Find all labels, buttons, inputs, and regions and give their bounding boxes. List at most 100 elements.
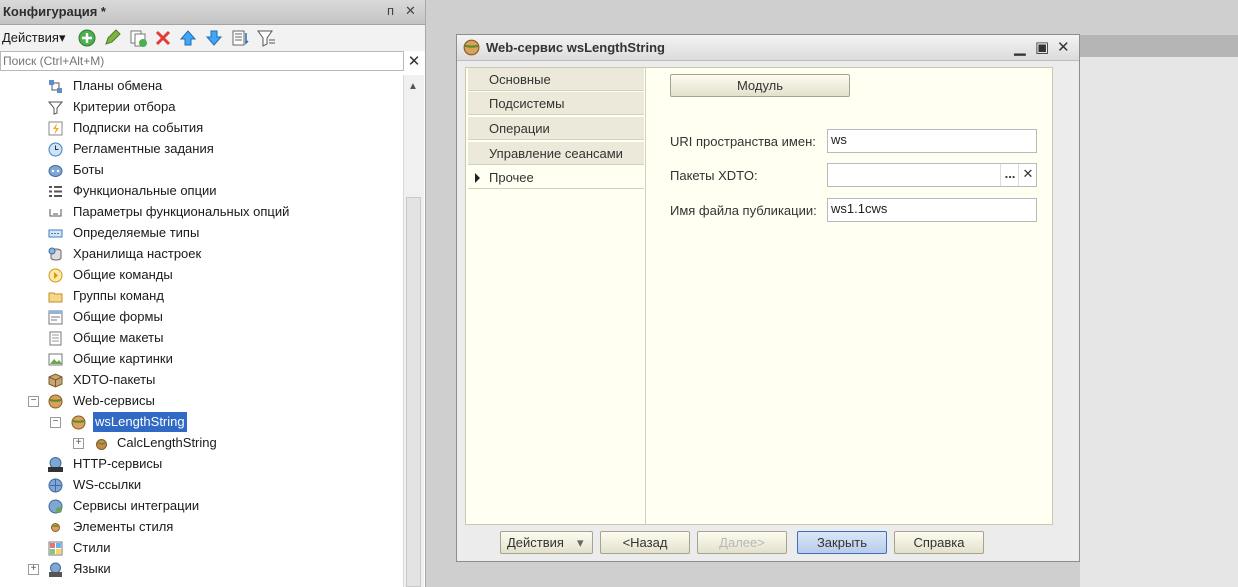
edit-icon[interactable] bbox=[102, 28, 122, 48]
tree-item-label: Общие команды bbox=[73, 267, 173, 282]
tree-item-label: Параметры функциональных опций bbox=[73, 204, 290, 219]
tree-item-label: Функциональные опции bbox=[73, 183, 217, 198]
footer-actions-button[interactable]: Действия ▾ bbox=[500, 531, 593, 554]
tree-item-label: Общие макеты bbox=[73, 330, 164, 345]
search-clear-icon[interactable]: ✕ bbox=[406, 52, 422, 70]
scroll-up-icon[interactable]: ▲ bbox=[408, 81, 418, 92]
pin-icon[interactable]: ᴨ bbox=[387, 3, 394, 18]
clear-field-icon[interactable]: ✕ bbox=[1018, 164, 1037, 186]
tab-label: Управление сеансами bbox=[489, 146, 623, 161]
module-button[interactable]: Модуль bbox=[670, 74, 850, 97]
tab-label: Операции bbox=[489, 121, 550, 136]
xdto-packages-label: Пакеты XDTO: bbox=[670, 168, 758, 183]
common-templates-icon bbox=[49, 331, 62, 346]
integration-services-icon bbox=[48, 499, 63, 514]
filter-criteria-icon bbox=[48, 101, 63, 115]
web-service-icon bbox=[71, 415, 86, 430]
panel-header: Конфигурация * ᴨ ✕ bbox=[0, 0, 425, 25]
web-services-icon bbox=[48, 394, 63, 409]
panel-toolbar: Действия▾ bbox=[0, 25, 425, 51]
delete-icon[interactable] bbox=[153, 28, 173, 48]
scheduled-jobs-icon bbox=[48, 142, 63, 157]
tab-subsystems[interactable]: Подсистемы bbox=[468, 92, 644, 115]
back-button[interactable]: <Назад bbox=[600, 531, 690, 554]
uri-label: URI пространства имен: bbox=[670, 134, 816, 149]
tab-label: Подсистемы bbox=[489, 96, 565, 111]
xdto-packages-field[interactable]: ... ✕ bbox=[827, 163, 1037, 187]
ws-references-icon bbox=[48, 478, 63, 493]
collapse-toggle[interactable]: − bbox=[28, 396, 39, 407]
chevron-down-icon: ▾ bbox=[577, 535, 584, 550]
publication-file-field[interactable]: ws1.1cws bbox=[827, 198, 1037, 222]
configuration-panel: Конфигурация * ᴨ ✕ Действия▾ ✕ Планы обм… bbox=[0, 0, 426, 587]
window-close-icon[interactable]: ✕ bbox=[1057, 38, 1070, 56]
move-down-icon[interactable] bbox=[204, 28, 224, 48]
exchange-plans-icon bbox=[49, 80, 62, 93]
window-titlebar[interactable]: Web-сервис wsLengthString ▁ ▣ ✕ bbox=[457, 35, 1079, 61]
tree-item-label: HTTP-сервисы bbox=[73, 456, 163, 471]
search-input[interactable] bbox=[0, 51, 404, 71]
minimize-icon[interactable]: ▁ bbox=[1014, 38, 1026, 56]
publication-file-label: Имя файла публикации: bbox=[670, 203, 817, 218]
tree-item-label: Регламентные задания bbox=[73, 141, 214, 156]
filter-icon[interactable] bbox=[256, 28, 276, 48]
tab-session-management[interactable]: Управление сеансами bbox=[468, 142, 644, 165]
tree-item-label: WS-ссылки bbox=[73, 477, 142, 492]
tree-item-label: Элементы стиля bbox=[73, 519, 174, 534]
expand-toggle[interactable]: + bbox=[28, 564, 39, 575]
web-service-window: Web-сервис wsLengthString ▁ ▣ ✕ Основные… bbox=[456, 34, 1080, 562]
next-button[interactable]: Далее> bbox=[697, 531, 787, 554]
tree-scrollbar[interactable]: ▲ bbox=[403, 75, 424, 587]
web-service-icon bbox=[463, 39, 480, 56]
footer-actions-label: Действия bbox=[507, 535, 564, 550]
select-button-icon[interactable]: ... bbox=[1000, 164, 1019, 186]
tree-item-label: Хранилища настроек bbox=[73, 246, 202, 261]
collapse-toggle[interactable]: − bbox=[50, 417, 61, 428]
command-groups-icon bbox=[48, 292, 63, 303]
tab-other[interactable]: Прочее bbox=[468, 166, 644, 189]
common-forms-icon bbox=[48, 310, 63, 325]
add-icon[interactable] bbox=[77, 28, 97, 48]
close-button[interactable]: Закрыть bbox=[797, 531, 887, 554]
functional-options-params-icon bbox=[49, 209, 62, 217]
panel-close-icon[interactable]: ✕ bbox=[405, 3, 416, 19]
scroll-thumb[interactable] bbox=[406, 197, 421, 587]
tree-item-label: XDTO-пакеты bbox=[73, 372, 156, 387]
tree-item-label: Подписки на события bbox=[73, 120, 204, 135]
tree-item-label: Критерии отбора bbox=[73, 99, 176, 114]
actions-menu-button[interactable]: Действия▾ bbox=[2, 30, 66, 46]
style-items-icon bbox=[51, 523, 60, 532]
tree-item-label: Общие формы bbox=[73, 309, 163, 324]
sort-icon[interactable] bbox=[230, 28, 250, 48]
chevron-down-icon: ▾ bbox=[58, 30, 66, 45]
active-tab-arrow-icon bbox=[475, 173, 480, 183]
tree-item-label: CalcLengthString bbox=[117, 435, 217, 450]
tree-item-label: Определяемые типы bbox=[73, 225, 200, 240]
help-button[interactable]: Справка bbox=[894, 531, 984, 554]
event-subscriptions-icon bbox=[48, 121, 63, 136]
copy-icon[interactable] bbox=[128, 28, 148, 48]
move-up-icon[interactable] bbox=[178, 28, 198, 48]
tree-item-label-selected: wsLengthString bbox=[93, 412, 187, 432]
bots-icon bbox=[48, 165, 63, 177]
functional-options-icon bbox=[49, 186, 62, 197]
tab-divider bbox=[645, 68, 646, 524]
http-services-icon bbox=[48, 457, 63, 472]
tab-main[interactable]: Основные bbox=[468, 68, 644, 91]
tree-item-label: Сервисы интеграции bbox=[73, 498, 200, 513]
tree-item-label: Стили bbox=[73, 540, 111, 555]
tree-item-label: Планы обмена bbox=[73, 78, 163, 93]
tree-item-label: Группы команд bbox=[73, 288, 164, 303]
maximize-icon[interactable]: ▣ bbox=[1035, 38, 1049, 56]
tab-label: Прочее bbox=[489, 170, 534, 185]
tree-item-label: Общие картинки bbox=[73, 351, 173, 366]
common-pictures-icon bbox=[48, 353, 63, 366]
styles-icon bbox=[48, 541, 63, 556]
background-window-titlebar bbox=[1080, 35, 1238, 57]
operation-icon bbox=[96, 439, 107, 450]
expand-toggle[interactable]: + bbox=[73, 438, 84, 449]
window-title: Web-сервис wsLengthString bbox=[486, 40, 665, 55]
xdto-packages-icon bbox=[48, 373, 63, 388]
tab-operations[interactable]: Операции bbox=[468, 117, 644, 140]
uri-field[interactable]: ws bbox=[827, 129, 1037, 153]
